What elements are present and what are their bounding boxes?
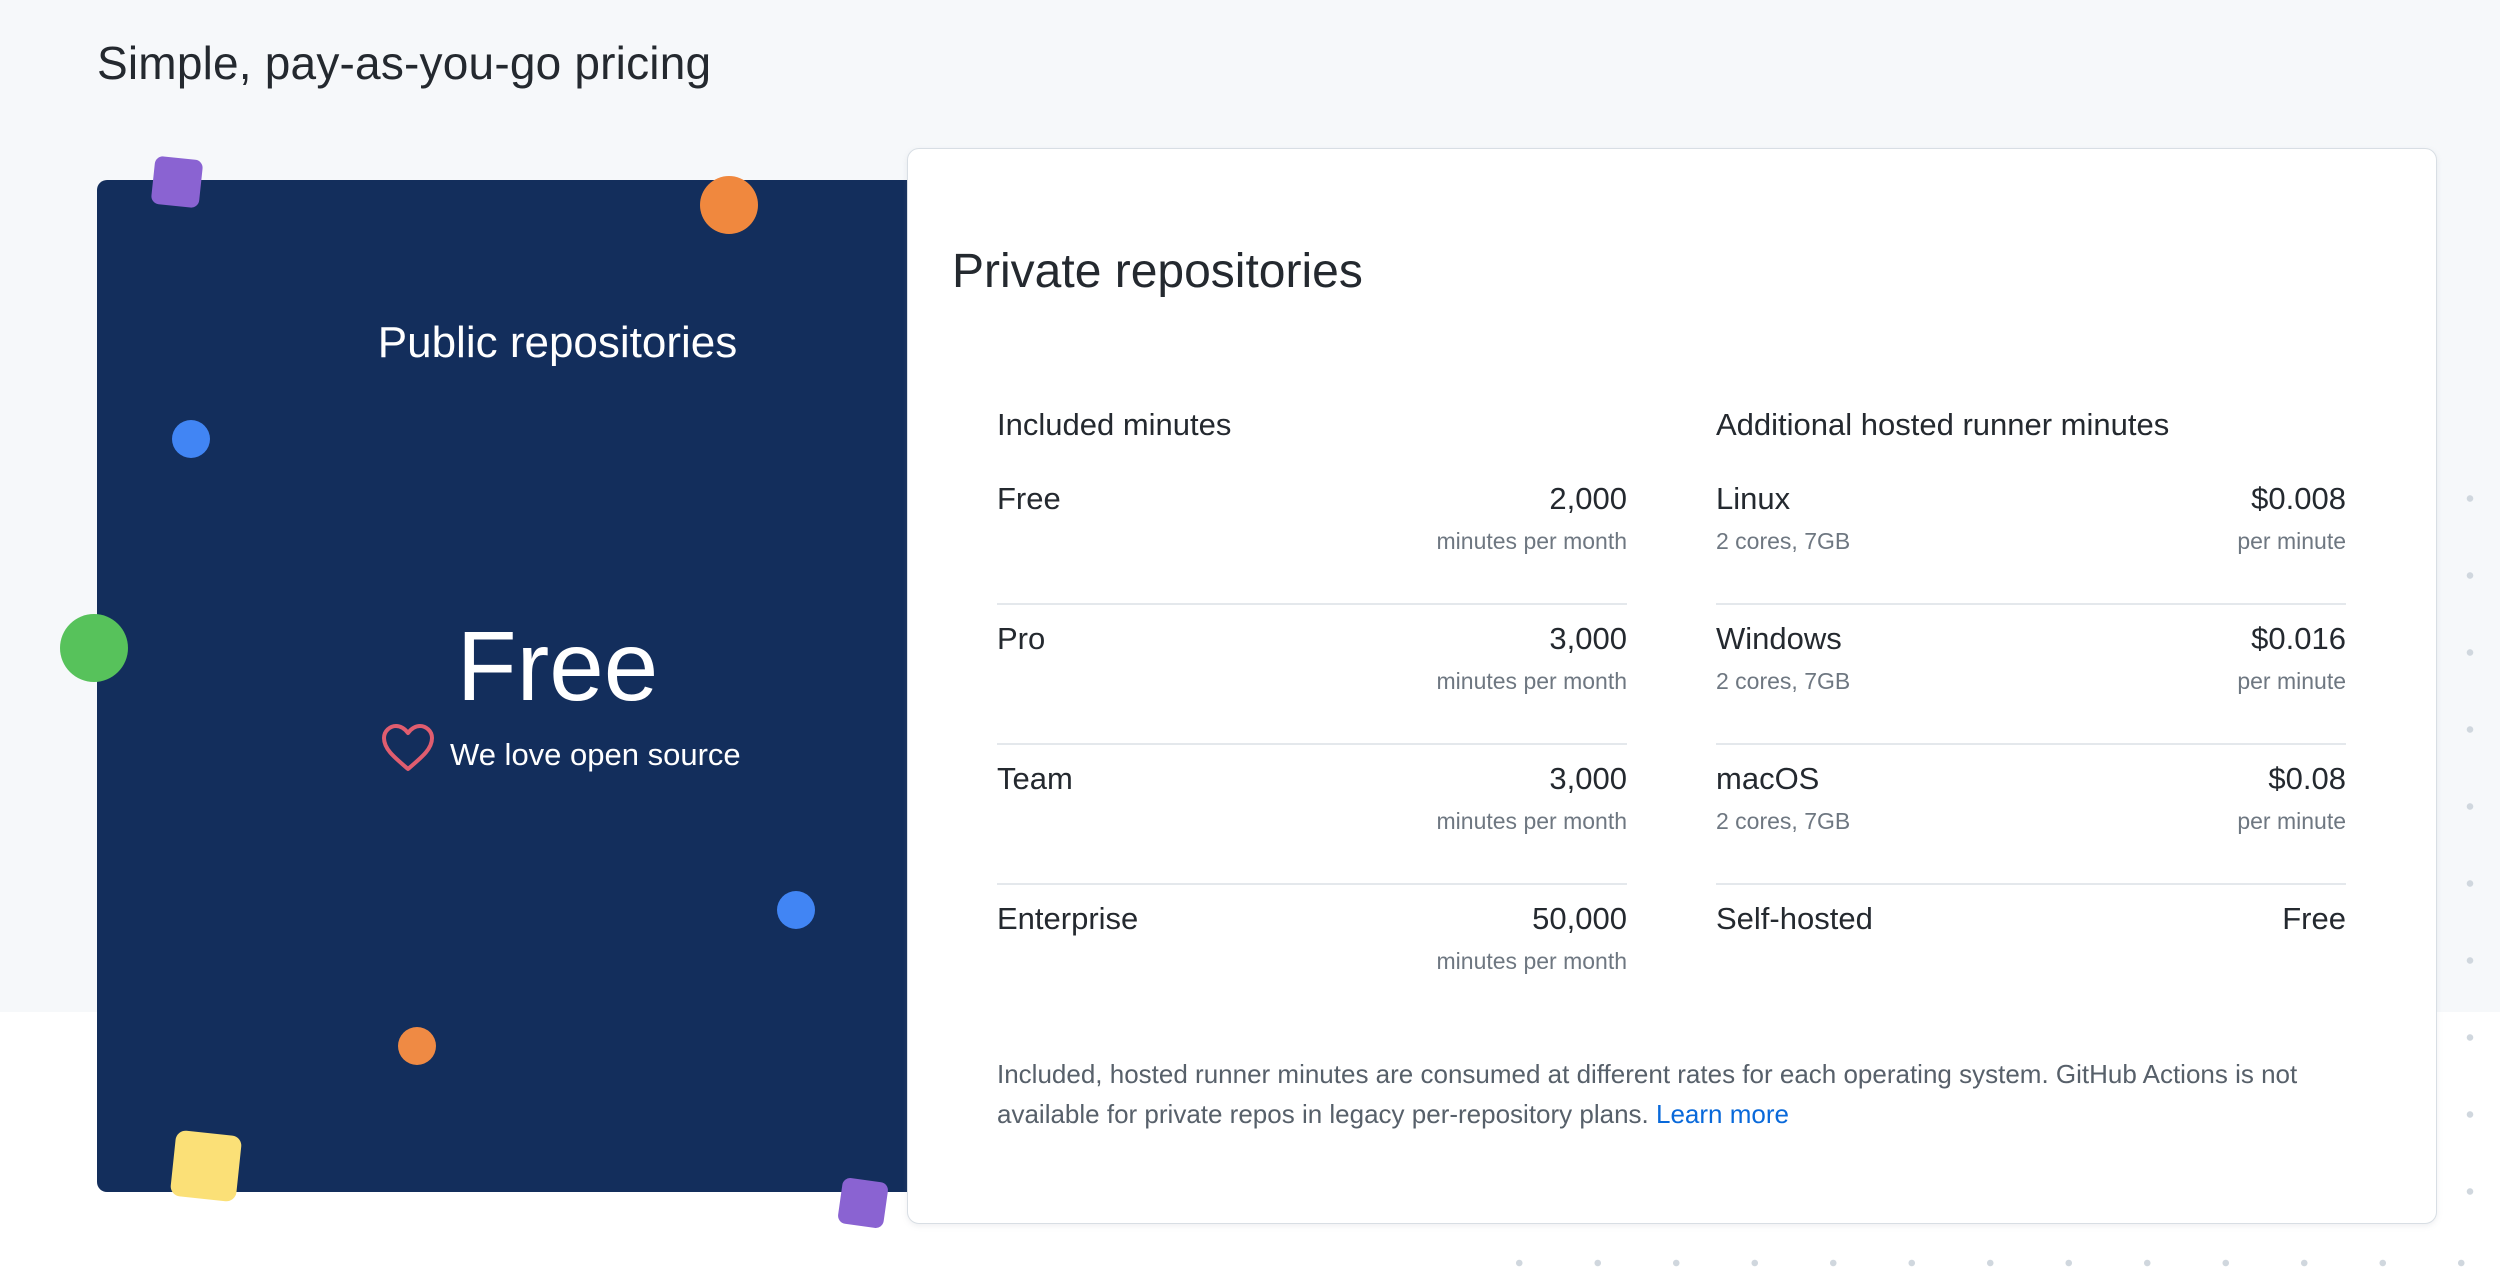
private-repositories-title: Private repositories: [952, 245, 1363, 298]
plan-name: Enterprise: [997, 901, 1139, 936]
included-row-pro: Pro 3,000 minutes per month: [997, 605, 1627, 745]
runner-price: Free: [2282, 901, 2346, 936]
runner-name: macOS: [1716, 761, 1820, 796]
runner-spec: 2 cores, 7GB: [1716, 808, 1851, 834]
runner-row-windows: Windows 2 cores, 7GB $0.016 per minute: [1716, 605, 2346, 745]
dot-pattern-bottom: [1480, 1248, 2500, 1278]
plan-name: Pro: [997, 621, 1046, 656]
runner-price-unit: per minute: [2237, 808, 2346, 834]
minutes-unit: minutes per month: [1436, 668, 1627, 694]
minutes-unit: minutes per month: [1436, 808, 1627, 834]
private-repositories-card: Private repositories Included minutes Fr…: [907, 148, 2437, 1224]
runner-price: $0.008: [2251, 481, 2346, 516]
plan-name: Free: [997, 481, 1061, 516]
decorative-purple-square: [150, 155, 204, 209]
runner-price: $0.08: [2268, 761, 2346, 796]
minutes-value: 3,000: [1549, 621, 1627, 656]
decorative-orange-circle: [700, 176, 758, 234]
page-title: Simple, pay-as-you-go pricing: [97, 37, 712, 89]
minutes-value: 50,000: [1532, 901, 1627, 936]
decorative-yellow-square: [169, 1129, 243, 1203]
learn-more-link[interactable]: Learn more: [1656, 1099, 1789, 1129]
additional-minutes-column: Additional hosted runner minutes Linux 2…: [1716, 399, 2346, 1025]
minutes-unit: minutes per month: [1436, 948, 1627, 974]
minutes-value: 3,000: [1549, 761, 1627, 796]
pricing-footnote: Included, hosted runner minutes are cons…: [997, 1054, 2357, 1134]
minutes-unit: minutes per month: [1436, 528, 1627, 554]
runner-price-unit: per minute: [2237, 668, 2346, 694]
included-row-free: Free 2,000 minutes per month: [997, 465, 1627, 605]
included-row-team: Team 3,000 minutes per month: [997, 745, 1627, 885]
decorative-orange-circle: [398, 1027, 436, 1065]
included-minutes-heading: Included minutes: [997, 407, 1232, 442]
decorative-blue-circle: [777, 891, 815, 929]
runner-row-macos: macOS 2 cores, 7GB $0.08 per minute: [1716, 745, 2346, 885]
runner-price-unit: per minute: [2237, 528, 2346, 554]
included-minutes-column: Included minutes Free 2,000 minutes per …: [997, 399, 1627, 1025]
runner-row-linux: Linux 2 cores, 7GB $0.008 per minute: [1716, 465, 2346, 605]
runner-row-self-hosted: Self-hosted Free: [1716, 885, 2346, 1025]
decorative-blue-circle: [172, 420, 210, 458]
runner-name: Windows: [1716, 621, 1842, 656]
tagline-text: We love open source: [450, 737, 741, 772]
runner-name: Linux: [1716, 481, 1791, 516]
runner-name: Self-hosted: [1716, 901, 1873, 936]
heart-icon: [382, 724, 434, 771]
runner-spec: 2 cores, 7GB: [1716, 528, 1851, 554]
minutes-value: 2,000: [1549, 481, 1627, 516]
decorative-green-circle: [60, 614, 128, 682]
additional-minutes-heading: Additional hosted runner minutes: [1716, 407, 2170, 442]
runner-spec: 2 cores, 7GB: [1716, 668, 1851, 694]
decorative-purple-square: [837, 1177, 889, 1229]
dot-pattern-right: [2440, 460, 2500, 1260]
included-row-enterprise: Enterprise 50,000 minutes per month: [997, 885, 1627, 1025]
runner-price: $0.016: [2251, 621, 2346, 656]
plan-name: Team: [997, 761, 1073, 796]
footnote-text: Included, hosted runner minutes are cons…: [997, 1059, 2298, 1129]
public-tagline: We love open source: [380, 718, 741, 778]
